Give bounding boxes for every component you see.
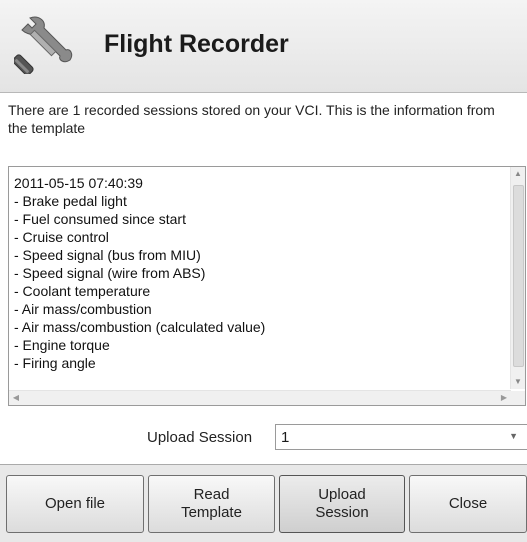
upload-session-button[interactable]: Upload Session (279, 475, 405, 533)
info-text: There are 1 recorded sessions stored on … (8, 102, 495, 136)
scroll-up-icon[interactable]: ▲ (511, 167, 525, 181)
button-bar: Open file Read Template Upload Session C… (0, 464, 527, 542)
list-item: - Speed signal (wire from ABS) (14, 265, 206, 281)
open-file-label: Open file (44, 495, 106, 512)
vertical-scrollbar[interactable]: ▲ ▼ (510, 167, 525, 389)
session-info-content: 2011-05-15 07:40:39 - Brake pedal light … (14, 174, 265, 372)
list-item: - Air mass/combustion (14, 301, 152, 317)
header: Flight Recorder (0, 0, 527, 93)
scrollbar-corner (511, 391, 525, 405)
list-item: - Firing angle (14, 355, 96, 371)
chevron-down-icon[interactable]: ▼ (509, 431, 518, 441)
list-item: - Engine torque (14, 337, 110, 353)
upload-session-value: 1 (281, 429, 290, 446)
upload-session-select[interactable]: 1 ▼ (275, 424, 527, 450)
upload-session-button-label: Upload Session (315, 486, 369, 521)
read-template-label: Read Template (181, 486, 242, 521)
horizontal-scrollbar[interactable]: ◀ ▶ (9, 390, 511, 405)
read-template-button[interactable]: Read Template (148, 475, 275, 533)
scroll-thumb[interactable] (513, 185, 524, 367)
page-title: Flight Recorder (104, 30, 289, 58)
close-button[interactable]: Close (409, 475, 527, 533)
open-file-button[interactable]: Open file (6, 475, 144, 533)
list-item: - Speed signal (bus from MIU) (14, 247, 201, 263)
scroll-right-icon[interactable]: ▶ (497, 391, 511, 405)
list-item: - Brake pedal light (14, 193, 127, 209)
scroll-down-icon[interactable]: ▼ (511, 375, 525, 389)
list-item: - Fuel consumed since start (14, 211, 186, 227)
list-item: - Cruise control (14, 229, 109, 245)
scroll-left-icon[interactable]: ◀ (9, 391, 23, 405)
session-info-listbox[interactable]: 2011-05-15 07:40:39 - Brake pedal light … (8, 166, 526, 406)
list-item: - Air mass/combustion (calculated value) (14, 319, 266, 335)
upload-session-label: Upload Session (147, 429, 253, 446)
close-label: Close (448, 495, 488, 512)
list-item: 2011-05-15 07:40:39 (14, 175, 143, 191)
list-item: - Coolant temperature (14, 283, 151, 299)
tools-icon (14, 16, 73, 74)
